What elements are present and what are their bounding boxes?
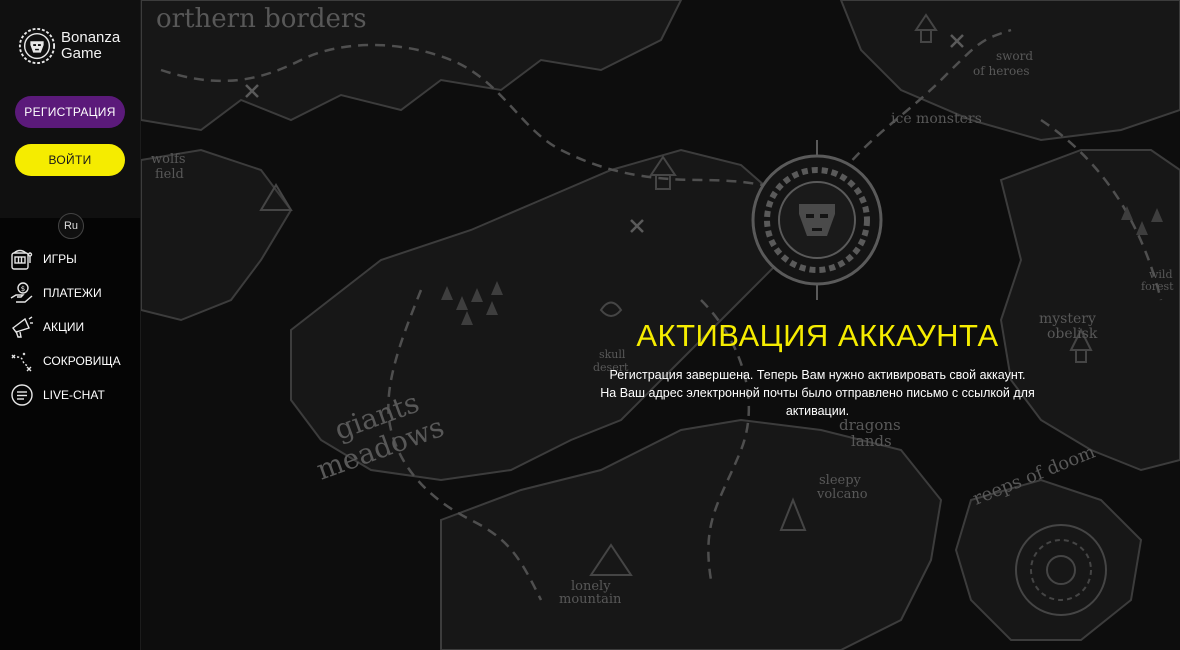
- bonanza-logo-icon: [18, 27, 56, 65]
- menu-item-live-chat[interactable]: LIVE-CHAT: [0, 378, 140, 412]
- menu-item-payments[interactable]: $ ПЛАТЕЖИ: [0, 276, 140, 310]
- map-label-mountain: mountain: [559, 592, 622, 607]
- activation-text-line1: Регистрация завершена. Теперь Вам нужно …: [609, 368, 1026, 382]
- sidebar: Bonanza Game РЕГИСТРАЦИЯ ВОЙТИ Ru ИГРЫ $…: [0, 0, 141, 650]
- map-label-sleepy: sleepy: [819, 473, 862, 488]
- map-label-volcano: volcano: [816, 487, 868, 502]
- menu-item-promotions[interactable]: АКЦИИ: [0, 310, 140, 344]
- map-label-northern-borders: orthern borders: [156, 4, 367, 34]
- menu-item-label: АКЦИИ: [43, 320, 85, 334]
- page-title: АКТИВАЦИЯ АККАУНТА: [636, 318, 999, 353]
- map-label-ice-monsters: ice monsters: [891, 111, 982, 127]
- map-label-sword: sword: [996, 49, 1033, 63]
- menu-item-label: LIVE-CHAT: [43, 388, 105, 402]
- map-label-obelisk: obelisk: [1047, 326, 1098, 342]
- menu-item-games[interactable]: ИГРЫ: [0, 242, 140, 276]
- map-label-forest: forest: [1141, 280, 1174, 293]
- map-label-lands: lands: [851, 432, 892, 450]
- svg-text:$: $: [21, 285, 25, 293]
- map-label-wolfs: wolfs: [151, 152, 186, 167]
- brand-name: Bonanza Game: [61, 30, 120, 62]
- map-label-of-heroes: of heroes: [973, 64, 1030, 78]
- slot-machine-icon: [9, 246, 35, 272]
- megaphone-icon: [9, 314, 35, 340]
- login-button[interactable]: ВОЙТИ: [15, 144, 125, 176]
- menu-item-label: ПЛАТЕЖИ: [43, 286, 102, 300]
- menu-item-label: СОКРОВИЩА: [43, 354, 121, 368]
- payment-hand-icon: $: [9, 280, 35, 306]
- brand-name-line1: Bonanza: [61, 29, 121, 46]
- activation-text-line2: На Ваш адрес электронной почты было отпр…: [600, 386, 1035, 418]
- treasure-map-icon: [9, 348, 35, 374]
- map-label-field: field: [155, 167, 184, 182]
- activation-message: АКТИВАЦИЯ АККАУНТА Регистрация завершена…: [590, 318, 1045, 420]
- register-button[interactable]: РЕГИСТРАЦИЯ: [15, 96, 125, 128]
- chat-icon: [9, 382, 35, 408]
- map-label-mystery: mystery: [1039, 311, 1096, 327]
- brand-logo[interactable]: Bonanza Game: [18, 27, 120, 65]
- main-menu: ИГРЫ $ ПЛАТЕЖИ АКЦИИ СОКРОВИЩА LIVE-CHAT: [0, 242, 140, 412]
- menu-item-treasures[interactable]: СОКРОВИЩА: [0, 344, 140, 378]
- language-switcher[interactable]: Ru: [58, 213, 84, 239]
- menu-item-label: ИГРЫ: [43, 252, 77, 266]
- brand-name-line2: Game: [61, 45, 102, 62]
